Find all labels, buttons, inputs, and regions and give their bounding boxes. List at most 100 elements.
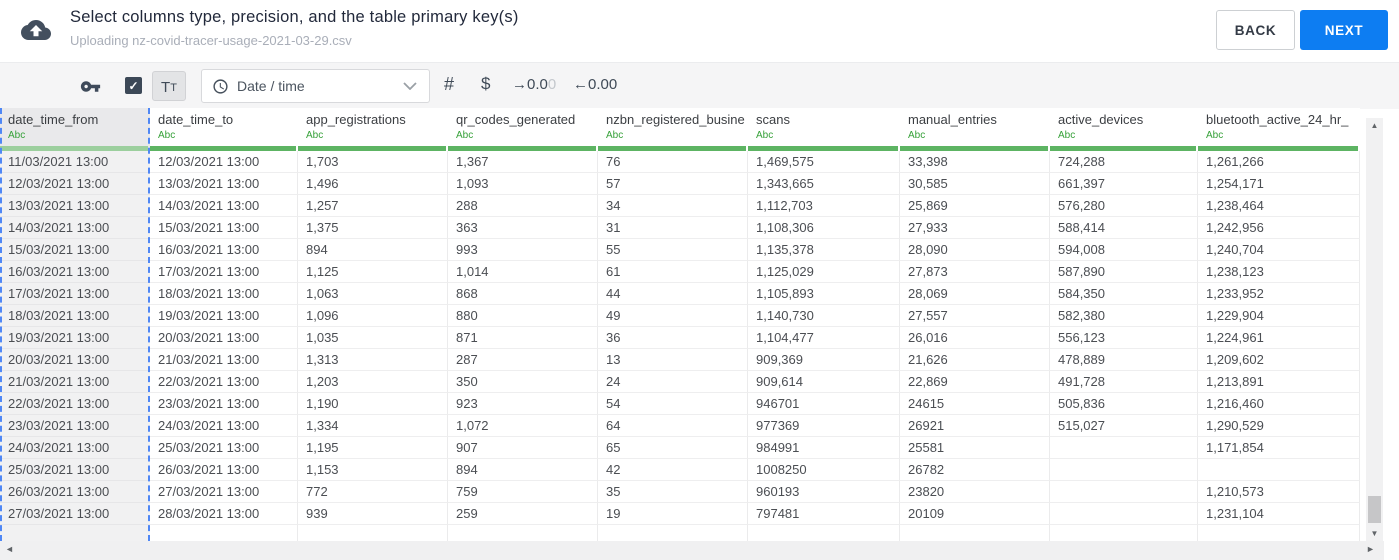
table-cell[interactable]: 21/03/2021 13:00 — [0, 371, 150, 393]
column-header-nzbn_registered_busine[interactable]: nzbn_registered_busine Abc — [598, 108, 748, 151]
table-cell[interactable]: 871 — [448, 327, 598, 349]
table-cell[interactable]: 556,123 — [1050, 327, 1198, 349]
table-cell[interactable]: 584,350 — [1050, 283, 1198, 305]
table-cell[interactable]: 13/03/2021 13:00 — [150, 173, 298, 195]
table-cell[interactable]: 1,290,529 — [1198, 415, 1360, 437]
table-cell[interactable]: 1,257 — [298, 195, 448, 217]
table-cell[interactable]: 1,261,266 — [1198, 151, 1360, 173]
table-cell[interactable]: 1,140,730 — [748, 305, 900, 327]
table-cell[interactable]: 1,096 — [298, 305, 448, 327]
table-cell[interactable] — [0, 525, 150, 541]
table-cell[interactable]: 1,125,029 — [748, 261, 900, 283]
table-cell[interactable]: 26/03/2021 13:00 — [150, 459, 298, 481]
table-cell[interactable]: 22/03/2021 13:00 — [150, 371, 298, 393]
table-cell[interactable]: 27,933 — [900, 217, 1050, 239]
table-cell[interactable]: 960193 — [748, 481, 900, 503]
table-cell[interactable]: 1,469,575 — [748, 151, 900, 173]
table-cell[interactable]: 880 — [448, 305, 598, 327]
table-cell[interactable]: 576,280 — [1050, 195, 1198, 217]
table-cell[interactable]: 49 — [598, 305, 748, 327]
column-type-dropdown[interactable]: Date / time — [201, 69, 430, 103]
table-cell[interactable]: 64 — [598, 415, 748, 437]
table-cell[interactable]: 27/03/2021 13:00 — [150, 481, 298, 503]
table-cell[interactable]: 15/03/2021 13:00 — [0, 239, 150, 261]
table-cell[interactable]: 1,171,854 — [1198, 437, 1360, 459]
table-cell[interactable] — [1050, 481, 1198, 503]
table-cell[interactable]: 909,614 — [748, 371, 900, 393]
table-cell[interactable]: 1,104,477 — [748, 327, 900, 349]
table-cell[interactable]: 22/03/2021 13:00 — [0, 393, 150, 415]
table-cell[interactable]: 894 — [448, 459, 598, 481]
table-cell[interactable]: 1,231,104 — [1198, 503, 1360, 525]
table-cell[interactable]: 1,063 — [298, 283, 448, 305]
table-cell[interactable]: 30,585 — [900, 173, 1050, 195]
table-cell[interactable]: 1,703 — [298, 151, 448, 173]
table-cell[interactable]: 1,254,171 — [1198, 173, 1360, 195]
table-cell[interactable]: 36 — [598, 327, 748, 349]
table-cell[interactable]: 1,014 — [448, 261, 598, 283]
table-cell[interactable]: 1,367 — [448, 151, 598, 173]
table-cell[interactable]: 18/03/2021 13:00 — [0, 305, 150, 327]
table-cell[interactable]: 1,112,703 — [748, 195, 900, 217]
table-cell[interactable]: 24/03/2021 13:00 — [0, 437, 150, 459]
table-cell[interactable]: 868 — [448, 283, 598, 305]
column-header-bluetooth_active_24_hr_[interactable]: bluetooth_active_24_hr_ Abc — [1198, 108, 1360, 151]
table-cell[interactable] — [1198, 459, 1360, 481]
table-cell[interactable] — [298, 525, 448, 541]
column-header-manual_entries[interactable]: manual_entries Abc — [900, 108, 1050, 151]
scroll-up-icon[interactable]: ▲ — [1366, 121, 1383, 130]
table-cell[interactable]: 65 — [598, 437, 748, 459]
table-cell[interactable]: 772 — [298, 481, 448, 503]
table-cell[interactable]: 1,072 — [448, 415, 598, 437]
table-cell[interactable] — [1050, 503, 1198, 525]
table-cell[interactable]: 1,108,306 — [748, 217, 900, 239]
table-cell[interactable]: 977369 — [748, 415, 900, 437]
table-cell[interactable]: 1,105,893 — [748, 283, 900, 305]
decrease-precision-button[interactable]: →0.00 — [512, 76, 556, 93]
table-cell[interactable]: 28,090 — [900, 239, 1050, 261]
table-cell[interactable]: 1,035 — [298, 327, 448, 349]
table-cell[interactable]: 16/03/2021 13:00 — [0, 261, 150, 283]
table-cell[interactable]: 1,238,123 — [1198, 261, 1360, 283]
table-cell[interactable]: 12/03/2021 13:00 — [150, 151, 298, 173]
table-cell[interactable]: 1008250 — [748, 459, 900, 481]
back-button[interactable]: BACK — [1216, 10, 1295, 50]
table-cell[interactable]: 25/03/2021 13:00 — [150, 437, 298, 459]
table-cell[interactable]: 11/03/2021 13:00 — [0, 151, 150, 173]
table-cell[interactable]: 26,016 — [900, 327, 1050, 349]
table-cell[interactable]: 1,334 — [298, 415, 448, 437]
column-header-date_time_to[interactable]: date_time_to Abc — [150, 108, 298, 151]
table-cell[interactable]: 1,229,904 — [1198, 305, 1360, 327]
table-cell[interactable]: 1,238,464 — [1198, 195, 1360, 217]
table-cell[interactable]: 724,288 — [1050, 151, 1198, 173]
table-cell[interactable]: 287 — [448, 349, 598, 371]
table-cell[interactable]: 14/03/2021 13:00 — [150, 195, 298, 217]
table-cell[interactable]: 909,369 — [748, 349, 900, 371]
table-cell[interactable]: 19/03/2021 13:00 — [0, 327, 150, 349]
table-cell[interactable]: 259 — [448, 503, 598, 525]
table-cell[interactable]: 894 — [298, 239, 448, 261]
table-cell[interactable]: 1,153 — [298, 459, 448, 481]
number-type-button[interactable]: # — [444, 74, 454, 95]
table-cell[interactable]: 478,889 — [1050, 349, 1198, 371]
table-cell[interactable]: 25/03/2021 13:00 — [0, 459, 150, 481]
currency-type-button[interactable]: $ — [481, 74, 490, 94]
table-cell[interactable] — [448, 525, 598, 541]
table-cell[interactable]: 55 — [598, 239, 748, 261]
table-cell[interactable]: 1,210,573 — [1198, 481, 1360, 503]
table-cell[interactable] — [1050, 525, 1198, 541]
table-cell[interactable]: 15/03/2021 13:00 — [150, 217, 298, 239]
next-button[interactable]: NEXT — [1300, 10, 1388, 50]
table-cell[interactable]: 1,496 — [298, 173, 448, 195]
table-cell[interactable]: 26921 — [900, 415, 1050, 437]
table-cell[interactable]: 1,125 — [298, 261, 448, 283]
table-cell[interactable]: 1,213,891 — [1198, 371, 1360, 393]
table-cell[interactable]: 57 — [598, 173, 748, 195]
table-cell[interactable]: 1,375 — [298, 217, 448, 239]
vertical-scroll-thumb[interactable] — [1368, 496, 1381, 523]
table-cell[interactable]: 61 — [598, 261, 748, 283]
table-cell[interactable]: 26782 — [900, 459, 1050, 481]
scroll-left-icon[interactable]: ◄ — [5, 544, 14, 554]
table-cell[interactable]: 24615 — [900, 393, 1050, 415]
table-cell[interactable]: 17/03/2021 13:00 — [0, 283, 150, 305]
